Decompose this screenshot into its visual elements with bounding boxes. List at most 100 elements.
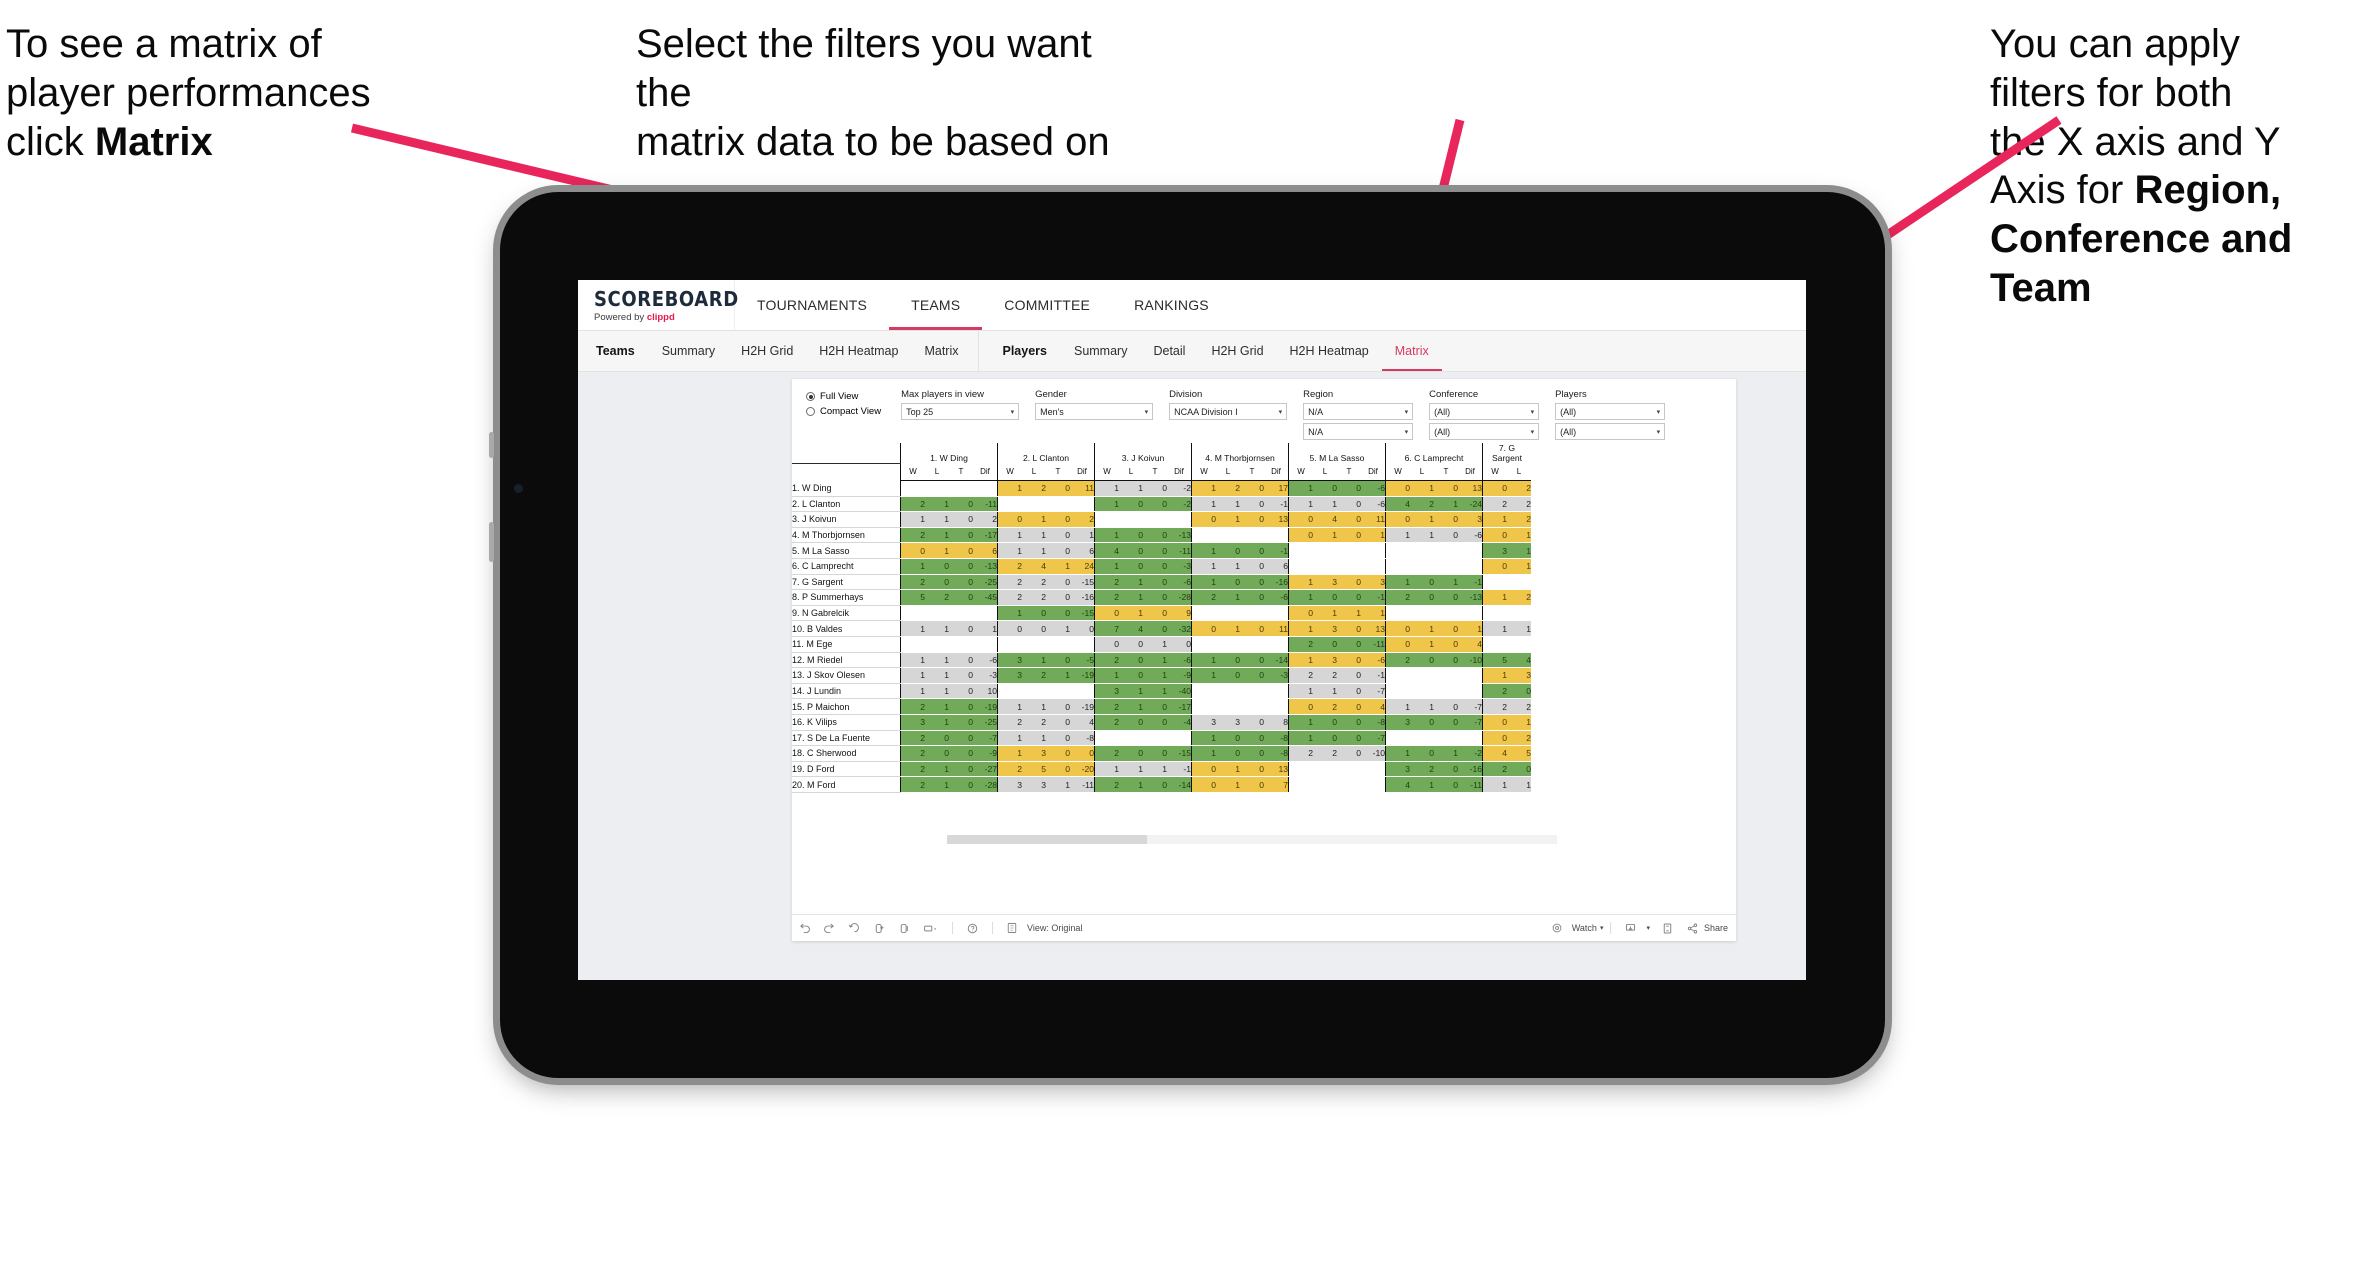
matrix-cell[interactable]: 3 <box>1313 652 1337 669</box>
matrix-cell[interactable]: 1 <box>1410 620 1434 637</box>
matrix-cell[interactable]: 1 <box>925 527 949 544</box>
matrix-cell[interactable] <box>949 605 973 622</box>
matrix-cell[interactable]: 0 <box>1313 636 1337 653</box>
matrix-cell[interactable]: 1 <box>1191 480 1216 497</box>
matrix-cell[interactable]: 1 <box>1216 558 1240 575</box>
matrix-cell[interactable]: 0 <box>1143 714 1167 731</box>
matrix-cell[interactable]: 0 <box>925 730 949 747</box>
matrix-cell[interactable]: 1 <box>1191 558 1216 575</box>
matrix-cell[interactable]: 1 <box>925 698 949 715</box>
undo-icon[interactable] <box>798 922 811 935</box>
matrix-cell[interactable] <box>1482 605 1507 622</box>
matrix-cell[interactable] <box>1410 683 1434 700</box>
matrix-cell[interactable]: 1 <box>1482 511 1507 528</box>
matrix-cell[interactable]: 0 <box>1046 698 1070 715</box>
matrix-cell[interactable]: 0 <box>1119 636 1143 653</box>
matrix-cell[interactable] <box>949 636 973 653</box>
matrix-cell[interactable]: 1 <box>1143 683 1167 700</box>
matrix-cell[interactable]: 2 <box>997 558 1022 575</box>
matrix-cell[interactable]: 11 <box>1361 511 1386 528</box>
matrix-cell[interactable]: -14 <box>1264 652 1289 669</box>
matrix-cell[interactable]: 1 <box>997 542 1022 559</box>
matrix-cell[interactable]: 1 <box>1119 480 1143 497</box>
matrix-cell[interactable]: 0 <box>1434 652 1458 669</box>
matrix-cell[interactable] <box>1458 605 1483 622</box>
matrix-cell[interactable]: 7 <box>1094 620 1119 637</box>
matrix-cell[interactable]: 2 <box>973 511 998 528</box>
matrix-cell[interactable]: 0 <box>1119 667 1143 684</box>
matrix-cell[interactable] <box>997 496 1022 513</box>
matrix-cell[interactable]: 0 <box>997 511 1022 528</box>
matrix-cell[interactable]: 2 <box>1070 511 1095 528</box>
matrix-cell[interactable]: -40 <box>1167 683 1192 700</box>
matrix-cell[interactable]: 2 <box>1507 730 1531 747</box>
matrix-cell[interactable]: 2 <box>1482 761 1507 778</box>
matrix-cell[interactable]: 1 <box>1119 761 1143 778</box>
matrix-cell[interactable]: 1 <box>1046 776 1070 793</box>
matrix-cell[interactable]: 2 <box>1288 745 1313 762</box>
matrix-cell[interactable]: 0 <box>949 745 973 762</box>
matrix-cell[interactable] <box>997 636 1022 653</box>
matrix-cell[interactable]: 0 <box>1313 480 1337 497</box>
matrix-cell[interactable]: 1 <box>1022 511 1046 528</box>
matrix-cell[interactable]: 3 <box>900 714 925 731</box>
chevron-down-icon[interactable]: ▾ <box>1279 408 1283 416</box>
matrix-cell[interactable]: 0 <box>1434 776 1458 793</box>
matrix-cell[interactable]: -6 <box>1167 652 1192 669</box>
matrix-cell[interactable]: 0 <box>1046 589 1070 606</box>
matrix-cell[interactable]: 1 <box>1385 745 1410 762</box>
matrix-cell[interactable]: 1 <box>1191 745 1216 762</box>
nav-item-rankings[interactable]: RANKINGS <box>1112 281 1231 330</box>
matrix-cell[interactable]: 0 <box>1119 558 1143 575</box>
matrix-cell[interactable]: 0 <box>1507 683 1531 700</box>
matrix-cell[interactable] <box>1385 542 1410 559</box>
matrix-cell[interactable]: 4 <box>1507 652 1531 669</box>
matrix-cell[interactable] <box>1119 511 1143 528</box>
matrix-cell[interactable]: 1 <box>1288 714 1313 731</box>
matrix-cell[interactable]: 3 <box>1507 667 1531 684</box>
matrix-cell[interactable]: 0 <box>1094 636 1119 653</box>
matrix-cell[interactable] <box>1361 761 1386 778</box>
matrix-cell[interactable]: 0 <box>1288 527 1313 544</box>
matrix-cell[interactable]: 2 <box>1022 480 1046 497</box>
matrix-cell[interactable]: 2 <box>1191 589 1216 606</box>
matrix-cell[interactable]: 1 <box>1385 698 1410 715</box>
matrix-cell[interactable] <box>1216 605 1240 622</box>
matrix-cell[interactable]: 1 <box>1507 714 1531 731</box>
subnav-players-h2h-heatmap[interactable]: H2H Heatmap <box>1277 331 1382 371</box>
matrix-cell[interactable]: 2 <box>900 527 925 544</box>
matrix-cell[interactable]: 0 <box>1434 511 1458 528</box>
filter-select-2[interactable]: (All) ▾ <box>1555 423 1666 440</box>
matrix-cell[interactable]: 4 <box>1482 745 1507 762</box>
matrix-cell[interactable]: 0 <box>1337 745 1361 762</box>
matrix-cell[interactable]: 11 <box>1264 620 1289 637</box>
matrix-cell[interactable]: -11 <box>1070 776 1095 793</box>
matrix-cell[interactable]: 0 <box>1070 745 1095 762</box>
matrix-cell[interactable] <box>1119 730 1143 747</box>
matrix-cell[interactable]: 0 <box>1143 480 1167 497</box>
matrix-cell[interactable]: 1 <box>1313 683 1337 700</box>
matrix-cell[interactable]: 1 <box>1385 574 1410 591</box>
matrix-cell[interactable]: 5 <box>1482 652 1507 669</box>
matrix-cell[interactable]: 2 <box>1288 636 1313 653</box>
matrix-cell[interactable]: 0 <box>1313 714 1337 731</box>
matrix-cell[interactable]: 0 <box>925 574 949 591</box>
matrix-cell[interactable]: 2 <box>1094 776 1119 793</box>
matrix-cell[interactable]: 2 <box>1094 589 1119 606</box>
matrix-cell[interactable]: -6 <box>1264 589 1289 606</box>
matrix-cell[interactable]: 1 <box>997 527 1022 544</box>
matrix-cell[interactable] <box>1337 776 1361 793</box>
matrix-cell[interactable]: 1 <box>1046 667 1070 684</box>
matrix-cell[interactable]: 0 <box>1143 558 1167 575</box>
matrix-cell[interactable]: 4 <box>1022 558 1046 575</box>
matrix-cell[interactable]: 1 <box>1434 745 1458 762</box>
matrix-cell[interactable]: -20 <box>1070 761 1095 778</box>
matrix-cell[interactable]: 1 <box>1022 542 1046 559</box>
matrix-cell[interactable]: 0 <box>1143 745 1167 762</box>
matrix-cell[interactable]: 2 <box>997 714 1022 731</box>
matrix-cell[interactable]: 0 <box>1191 761 1216 778</box>
matrix-cell[interactable]: 0 <box>1119 496 1143 513</box>
matrix-cell[interactable]: -25 <box>973 714 998 731</box>
help-icon[interactable] <box>966 922 979 935</box>
filter-select-1[interactable]: Men's ▾ <box>1035 403 1154 420</box>
